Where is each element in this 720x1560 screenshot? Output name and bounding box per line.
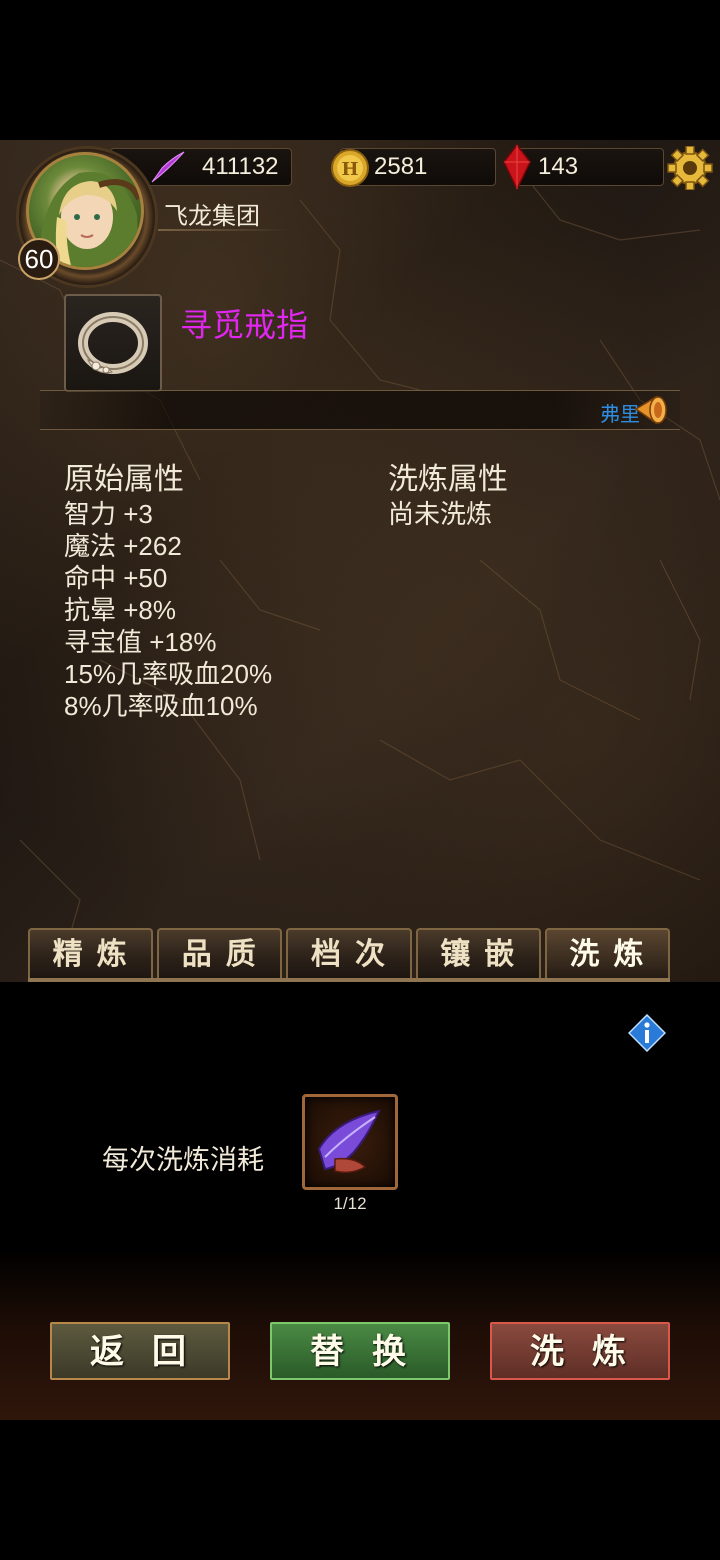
ring-icon <box>78 312 148 374</box>
attr-line: 8%几率吸血10% <box>64 691 258 721</box>
horn-icon[interactable] <box>632 393 672 427</box>
attr-line: 抗晕 +8% <box>64 595 176 625</box>
cost-count: 1/12 <box>333 1194 367 1213</box>
original-attrs-list: 智力 +3 魔法 +262 命中 +50 抗晕 +8% 寻宝值 +18% 15%… <box>64 498 272 722</box>
attr-line: 15%几率吸血20% <box>64 659 273 689</box>
purple-feather-icon <box>151 151 185 183</box>
tab-underline <box>28 978 670 982</box>
gem-value: 143 <box>538 153 579 180</box>
tab-quality[interactable]: 品质 <box>157 928 283 980</box>
wash-button[interactable]: 洗炼 <box>490 1322 670 1380</box>
tab-inlay[interactable]: 镶嵌 <box>415 928 541 980</box>
cost-label: 每次洗炼消耗 <box>102 1145 264 1175</box>
guild-underline <box>158 229 288 231</box>
red-crystal-icon <box>503 144 531 190</box>
level-badge: 60 <box>18 238 60 280</box>
cost-material-slot[interactable] <box>302 1094 398 1190</box>
purple-feather-material-icon <box>317 1109 381 1174</box>
item-name: 寻觅戒指 <box>180 307 309 343</box>
attr-line: 寻宝值 +18% <box>64 627 217 657</box>
swap-button[interactable]: 替换 <box>270 1322 450 1380</box>
tab-wash[interactable]: 洗炼 <box>544 928 671 980</box>
gold-value: 2581 <box>374 153 428 180</box>
gem-slot <box>514 148 664 186</box>
attr-line: 智力 +3 <box>64 499 153 529</box>
attr-line: 命中 +50 <box>64 563 168 593</box>
power-value: 411132 <box>202 153 279 180</box>
info-icon[interactable] <box>628 1014 666 1052</box>
guild-name: 飞龙集团 <box>164 203 260 230</box>
broadcast-strip <box>40 390 680 430</box>
washed-attrs-status: 尚未洗炼 <box>388 499 493 529</box>
gold-coin-icon: H <box>331 149 369 187</box>
item-slot[interactable] <box>64 294 162 392</box>
attr-line: 魔法 +262 <box>64 531 182 561</box>
original-attrs-title: 原始属性 <box>64 463 184 496</box>
tab-bar: 精炼 品质 档次 镶嵌 洗炼 <box>28 928 671 980</box>
svg-text:H: H <box>341 159 358 180</box>
tab-grade[interactable]: 档次 <box>286 928 412 980</box>
washed-attrs-title: 洗炼属性 <box>388 463 508 496</box>
back-button[interactable]: 返回 <box>50 1322 230 1380</box>
tab-refine[interactable]: 精炼 <box>28 928 154 980</box>
gear-icon[interactable] <box>666 146 714 190</box>
